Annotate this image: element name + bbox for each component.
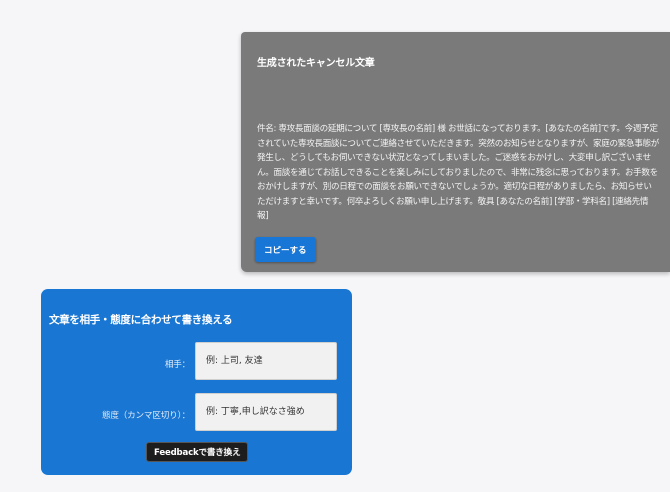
attitude-input[interactable] xyxy=(195,393,337,431)
partner-label: 相手： xyxy=(164,360,190,370)
rewrite-panel: 文章を相手・態度に合わせて書き換える 相手： 態度（カンマ区切り）： Feedb… xyxy=(41,289,352,475)
copy-button[interactable]: コピーする xyxy=(255,237,316,262)
generated-text-title: 生成されたキャンセル文章 xyxy=(257,58,375,69)
generated-cancel-text-panel: 生成されたキャンセル文章 件名: 専攻長面談の延期について [専攻長の名前] 様… xyxy=(241,32,670,272)
partner-input[interactable] xyxy=(195,342,337,380)
rewrite-title: 文章を相手・態度に合わせて書き換える xyxy=(49,314,233,326)
attitude-label: 態度（カンマ区切り）： xyxy=(101,411,190,421)
generated-text-body: 件名: 専攻長面談の延期について [専攻長の名前] 様 お世話になっております。… xyxy=(257,124,659,221)
feedback-rewrite-button[interactable]: Feedbackで書き換え xyxy=(146,442,249,462)
